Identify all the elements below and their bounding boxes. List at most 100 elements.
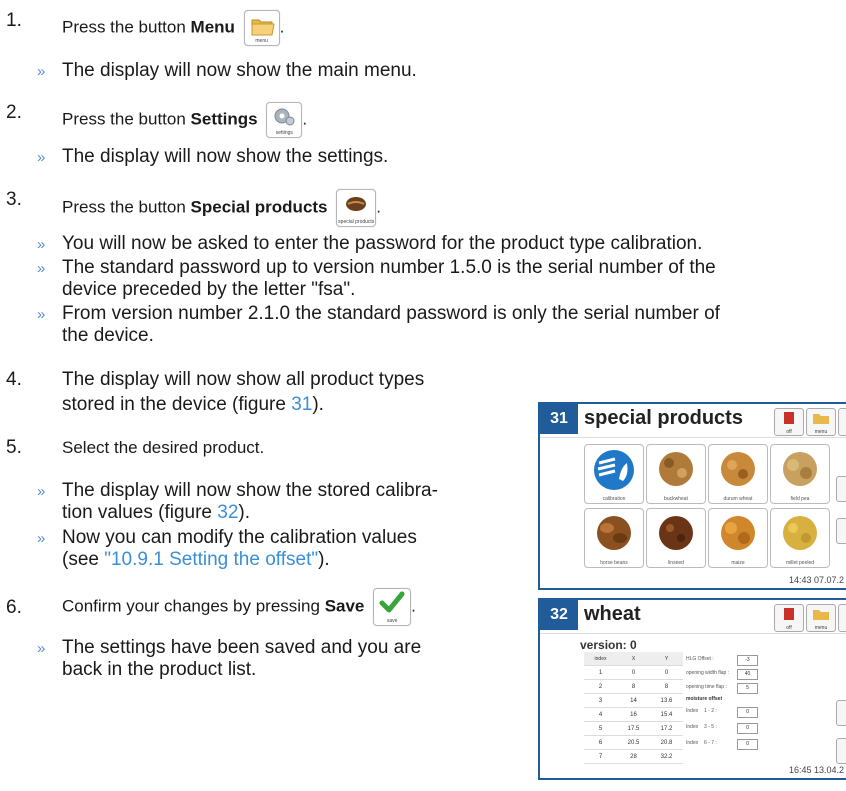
button-caption: off (786, 625, 792, 631)
figure-31: 31 special products off menu calibration… (538, 402, 846, 590)
column-header: X (617, 652, 650, 666)
param-label: HLG Offset : (686, 656, 714, 662)
menu-button[interactable]: menu (806, 408, 836, 436)
column-header: Y (650, 652, 683, 666)
moisture-offset-field[interactable]: 0 (737, 723, 758, 734)
result-text: From version number 2.1.0 the standard p… (62, 303, 720, 324)
calibration-icon (594, 450, 634, 490)
table-row: 4 16 15.4 (584, 707, 683, 722)
step-3: Press the button Special products specia… (62, 189, 381, 227)
grain-icon (783, 452, 817, 486)
product-tile-millet-peeled[interactable]: millet peeled (770, 508, 830, 568)
moisture-offset-field[interactable]: 0 (737, 739, 758, 750)
icon-caption: save (386, 618, 398, 624)
more-button[interactable] (838, 604, 846, 632)
result-text: the device. (62, 325, 154, 346)
grain-icon (783, 516, 817, 550)
calibration-table: index X Y 100 288 3 14 13.6 4 16 15.4 5 17.5 1… (584, 652, 683, 764)
power-off-icon (784, 412, 794, 424)
step-text: Press the button (62, 109, 191, 129)
result-2: » The display will now show the settings. (37, 146, 388, 168)
figure-link[interactable]: 31 (291, 394, 312, 415)
side-button[interactable] (836, 476, 846, 502)
product-tile-maize[interactable]: maize (708, 508, 768, 568)
result-text: (see (62, 549, 105, 570)
figure-number: 32 (540, 600, 578, 630)
step-5: Select the desired product. (62, 438, 265, 457)
clock: 14:43 07.07.2 (788, 575, 844, 585)
result-text: You will now be asked to enter the passw… (62, 233, 703, 254)
result-text: ). (238, 502, 250, 523)
param-label: opening time flap : (686, 684, 727, 690)
figure-32: 32 wheat off menu version: 0 index X Y 1… (538, 598, 846, 780)
index-range: 3 - 5 : (704, 724, 717, 730)
step-suffix: . (411, 596, 416, 616)
moisture-offset-field[interactable]: 0 (737, 707, 758, 718)
save-button-icon: save (373, 588, 412, 626)
side-button[interactable] (836, 700, 846, 726)
step-number: 6. (6, 597, 22, 618)
grain-icon (659, 516, 693, 550)
index-range: 1 - 2 : (704, 708, 717, 714)
step-number: 1. (6, 10, 22, 31)
opening-time-field[interactable]: 5 (737, 683, 758, 694)
product-tile-buckwheat[interactable]: buckwheat (646, 444, 706, 504)
icon-caption: special products (338, 219, 375, 225)
table-row: 100 (584, 665, 683, 680)
side-button[interactable] (836, 738, 846, 764)
product-tile-linseed[interactable]: linseed (646, 508, 706, 568)
product-tile-calibration[interactable]: calibration (584, 444, 644, 504)
button-caption: menu (814, 429, 828, 435)
icon-caption: menu (255, 38, 268, 44)
step-text: Press the button (62, 197, 191, 217)
step-6: Confirm your changes by pressing Save sa… (62, 588, 416, 626)
step-suffix: . (279, 17, 285, 37)
menu-button-icon: menu (243, 10, 280, 46)
arrow-icon: » (37, 63, 46, 80)
icon-caption: settings (275, 130, 293, 136)
step-text: stored in the device (figure (62, 394, 292, 415)
figure-title: wheat (584, 603, 641, 625)
grain-icon (721, 452, 755, 486)
arrow-icon: » (37, 260, 46, 277)
figure-link[interactable]: 32 (217, 502, 238, 523)
result-3a: » You will now be asked to enter the pass… (37, 233, 703, 255)
index-range: 6 - 7 : (704, 740, 717, 746)
product-tile-horse-beans[interactable]: horse beans (584, 508, 644, 568)
off-button[interactable]: off (774, 408, 804, 436)
power-off-icon (784, 608, 794, 620)
table-row: 288 (584, 679, 683, 694)
result-text: The display will now show the main menu. (62, 60, 417, 81)
moisture-offset-label: moisture offset (686, 696, 723, 702)
menu-button[interactable]: menu (806, 604, 836, 632)
tile-caption: calibration (602, 496, 626, 502)
version-label: version: 0 (580, 638, 637, 652)
button-caption: menu (814, 625, 828, 631)
tile-caption: horse beans (600, 560, 628, 566)
step-bold: Settings (190, 109, 258, 129)
result-1: » The display will now show the main menu… (37, 60, 417, 82)
cross-reference-link[interactable]: "10.9.1 Setting the offset" (104, 549, 318, 570)
tile-caption: durum wheat (723, 496, 753, 502)
more-button[interactable] (838, 408, 846, 436)
step-suffix: . (302, 109, 308, 129)
index-label: Index (686, 708, 699, 714)
result-text: The standard password up to version numb… (62, 257, 716, 278)
button-caption: off (786, 429, 792, 435)
opening-width-field[interactable]: 40 (737, 669, 758, 680)
result-3c: » From version number 2.1.0 the standard … (37, 303, 720, 347)
arrow-icon: » (37, 640, 46, 657)
product-tile-field-pea[interactable]: field pea (770, 444, 830, 504)
table-row: 6 20.5 20.8 (584, 735, 683, 750)
off-button[interactable]: off (774, 604, 804, 632)
side-button[interactable] (836, 518, 846, 544)
step-text: ). (312, 394, 324, 415)
table-row: 3 14 13.6 (584, 693, 683, 708)
tile-caption: linseed (668, 560, 684, 566)
result-text: back in the product list. (62, 659, 257, 680)
grain-icon (659, 452, 693, 486)
step-bold: Save (324, 596, 365, 616)
hlg-offset-field[interactable]: -3 (737, 655, 758, 666)
product-tile-durum-wheat[interactable]: durum wheat (708, 444, 768, 504)
result-text: Now you can modify the calibration value… (62, 527, 417, 548)
